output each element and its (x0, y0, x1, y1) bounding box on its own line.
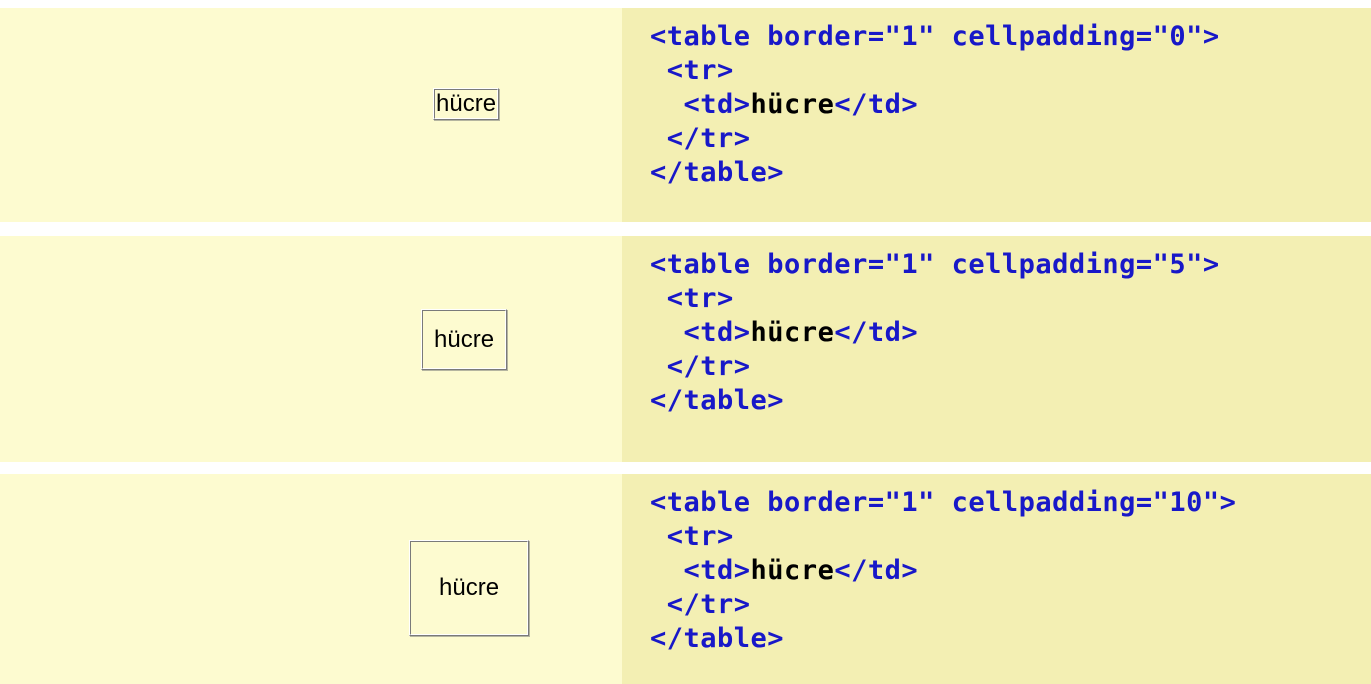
rendered-table-preview: hücre (0, 236, 622, 462)
table-cell-text: hücre (439, 574, 500, 601)
html-code-block: <table border="1" cellpadding="10"> <tr>… (622, 474, 1371, 684)
example-row-cellpadding-0: hücre <table border="1" cellpadding="0">… (0, 8, 1371, 222)
code-line-td-close: </td> (834, 89, 919, 120)
code-line-td-open: <td> (650, 317, 751, 348)
code-line-table-open: <table border="1" cellpadding="0"> (650, 21, 1220, 52)
table-cell: hücre (410, 541, 529, 635)
code-line-tr-close: </tr> (650, 123, 751, 154)
code-line-td-text: hücre (750, 317, 835, 348)
table-cell: hücre (434, 89, 499, 119)
table-cell: hücre (422, 310, 507, 369)
rendered-table-preview: hücre (0, 8, 622, 222)
example-row-cellpadding-5: hücre <table border="1" cellpadding="5">… (0, 236, 1371, 462)
code-line-td-text: hücre (750, 89, 835, 120)
rendered-table-preview: hücre (0, 474, 622, 684)
table-cell-text: hücre (436, 90, 497, 117)
code-line-tr-open: <tr> (650, 521, 734, 552)
code-line-table-close: </table> (650, 157, 785, 188)
code-line-td-open: <td> (650, 555, 751, 586)
table-cell-text: hücre (434, 326, 495, 353)
html-code-block: <table border="1" cellpadding="5"> <tr> … (622, 236, 1371, 462)
example-row-cellpadding-10: hücre <table border="1" cellpadding="10"… (0, 474, 1371, 684)
code-line-table-open: <table border="1" cellpadding="10"> (650, 487, 1237, 518)
code-line-tr-open: <tr> (650, 55, 734, 86)
html-code-block: <table border="1" cellpadding="0"> <tr> … (622, 8, 1371, 222)
code-line-td-open: <td> (650, 89, 751, 120)
rendered-table: hücre (433, 88, 500, 120)
cellpadding-examples: hücre <table border="1" cellpadding="0">… (0, 0, 1371, 684)
code-line-tr-open: <tr> (650, 283, 734, 314)
code-line-table-close: </table> (650, 385, 785, 416)
code-line-td-close: </td> (834, 555, 919, 586)
rendered-table: hücre (421, 309, 508, 370)
rendered-table: hücre (409, 540, 530, 636)
code-line-td-close: </td> (834, 317, 919, 348)
code-line-table-close: </table> (650, 623, 785, 654)
code-line-table-open: <table border="1" cellpadding="5"> (650, 249, 1220, 280)
code-line-tr-close: </tr> (650, 589, 751, 620)
code-line-td-text: hücre (750, 555, 835, 586)
code-line-tr-close: </tr> (650, 351, 751, 382)
